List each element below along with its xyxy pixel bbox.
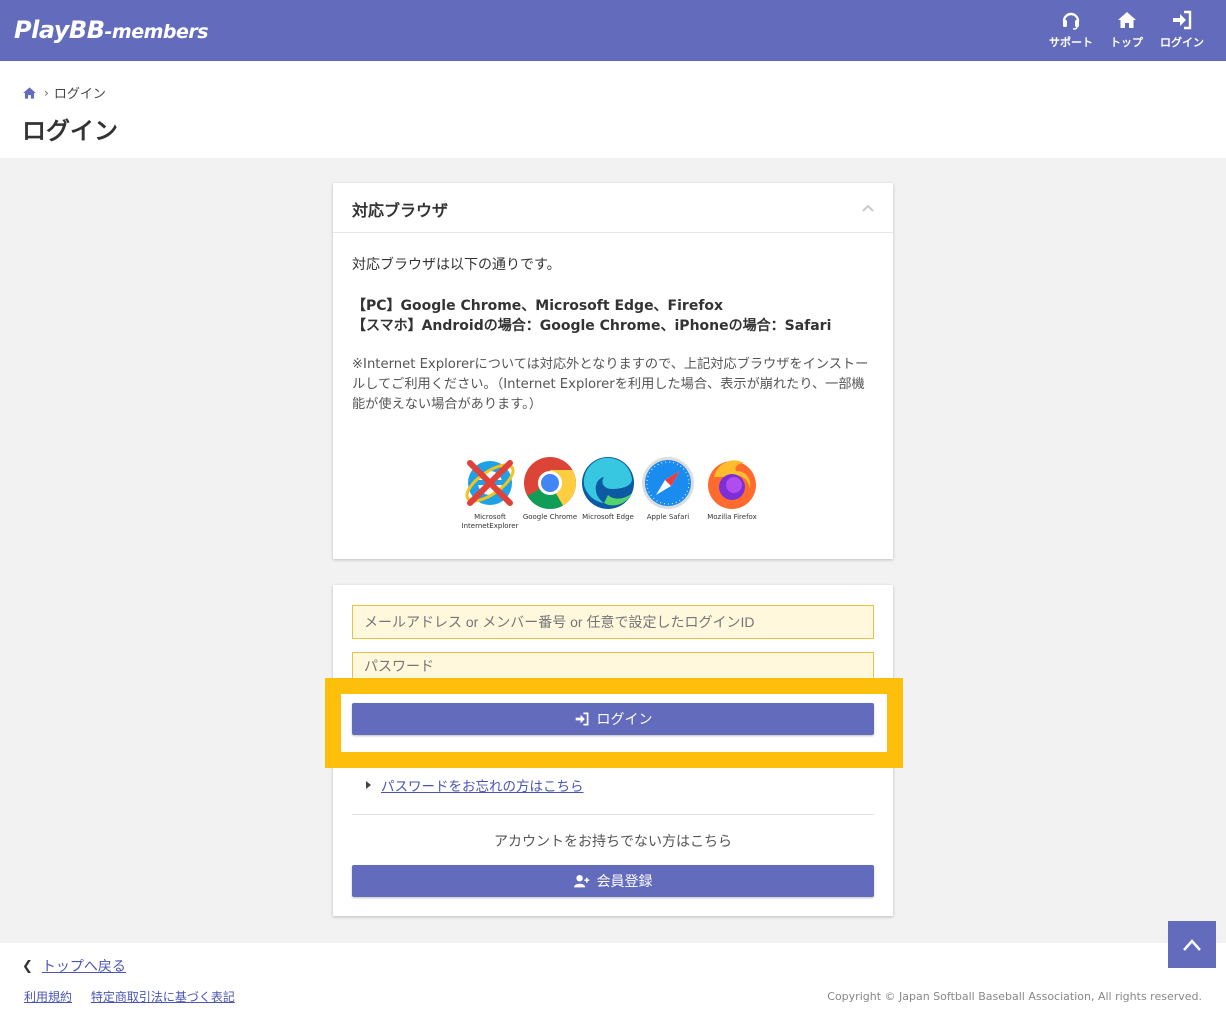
divider [352, 814, 874, 815]
sign-in-icon [575, 712, 588, 726]
nav-support[interactable]: サポート [1049, 10, 1093, 50]
safari-icon [642, 457, 694, 509]
copyright-text: Copyright © Japan Softball Baseball Asso… [827, 990, 1202, 1003]
home-icon[interactable] [22, 86, 37, 100]
login-panel: ログイン パスワードをお忘れの方はこちら アカウントをお持ちでない方はこちら 会… [333, 585, 893, 916]
nav-support-label: サポート [1049, 36, 1093, 49]
page-title-bar: › ログイン ログイン [0, 61, 1226, 158]
browser-intro-text: 対応ブラウザは以下の通りです。 [352, 257, 561, 273]
browser-caption: Mozilla Firefox [707, 513, 757, 521]
password-input[interactable] [352, 652, 874, 679]
breadcrumb-current: ログイン [53, 87, 106, 102]
page-title: ログイン [22, 117, 118, 145]
logo-main-text: PlayBB [14, 16, 105, 44]
login-id-input[interactable] [352, 605, 874, 639]
caret-right-icon [366, 781, 371, 789]
nav-login[interactable]: ログイン [1160, 10, 1204, 50]
nav-top-label: トップ [1110, 36, 1143, 49]
chevron-right-icon: › [44, 85, 49, 100]
browser-item: Microsoft InternetExplorer [459, 455, 521, 531]
supported-browsers-panel: 対応ブラウザ 対応ブラウザは以下の通りです。 【PC】Google Chrome… [333, 183, 893, 559]
nav-top[interactable]: トップ [1110, 10, 1143, 50]
headset-icon [1062, 12, 1080, 30]
panel-title: 対応ブラウザ [352, 201, 449, 220]
logo-sub-text: -members [104, 21, 209, 43]
panel-header[interactable]: 対応ブラウザ [333, 183, 893, 233]
browser-caption: Google Chrome [522, 513, 578, 521]
login-button[interactable]: ログイン [352, 703, 874, 735]
login-button-label: ログイン [596, 712, 653, 728]
browser-logos: Microsoft InternetExplorer Google Chrome… [459, 455, 769, 535]
smartphone-browser-line: 【スマホ】Androidの場合：Google Chrome、iPhoneの場合：… [352, 318, 832, 334]
nav-login-label: ログイン [1160, 36, 1204, 49]
ie-note-text: ※Internet Explorerについては対応外となりますので、上記対応ブラ… [352, 357, 869, 412]
forgot-password-link[interactable]: パスワードをお忘れの方はこちら [381, 775, 584, 795]
no-account-text: アカウントをお持ちでない方はこちら [494, 834, 732, 850]
terms-link[interactable]: 利用規約 [24, 990, 72, 1004]
internet-explorer-icon [465, 460, 515, 506]
site-header: PlayBB-members サポート トップ ログイン [0, 0, 1226, 61]
commerce-law-link[interactable]: 特定商取引法に基づく表記 [91, 990, 235, 1004]
browser-item: Mozilla Firefox [701, 455, 763, 522]
chevron-left-icon: ❮ [22, 958, 33, 974]
browser-caption: Microsoft Edge [582, 513, 634, 521]
footer-links: 利用規約 特定商取引法に基づく表記 [24, 988, 250, 1005]
home-icon [1117, 12, 1136, 28]
chevron-up-icon [1183, 938, 1201, 951]
register-button-label: 会員登録 [596, 874, 653, 890]
back-to-top: ❮ トップへ戻る [22, 956, 126, 976]
site-footer: ❮ トップへ戻る 利用規約 特定商取引法に基づく表記 Copyright © J… [0, 943, 1226, 1016]
chrome-icon [524, 457, 576, 509]
browser-caption: Microsoft InternetExplorer [461, 513, 519, 530]
browser-caption: Apple Safari [646, 513, 690, 521]
chevron-up-icon[interactable] [861, 201, 875, 215]
pc-browser-line: 【PC】Google Chrome、Microsoft Edge、Firefox [352, 298, 724, 314]
breadcrumb: › ログイン [22, 83, 106, 102]
scroll-to-top-button[interactable] [1168, 921, 1216, 968]
browser-item: Apple Safari [637, 455, 699, 522]
site-logo[interactable]: PlayBB-members [14, 16, 209, 44]
browser-item: Google Chrome [519, 455, 581, 522]
register-button[interactable]: 会員登録 [352, 865, 874, 897]
forgot-password: パスワードをお忘れの方はこちら [366, 775, 584, 795]
firefox-icon [708, 460, 756, 509]
edge-icon [582, 457, 634, 509]
browser-item: Microsoft Edge [577, 455, 639, 522]
user-plus-icon [573, 875, 589, 888]
sign-in-icon [1173, 10, 1192, 30]
back-to-top-link[interactable]: トップへ戻る [42, 956, 126, 976]
